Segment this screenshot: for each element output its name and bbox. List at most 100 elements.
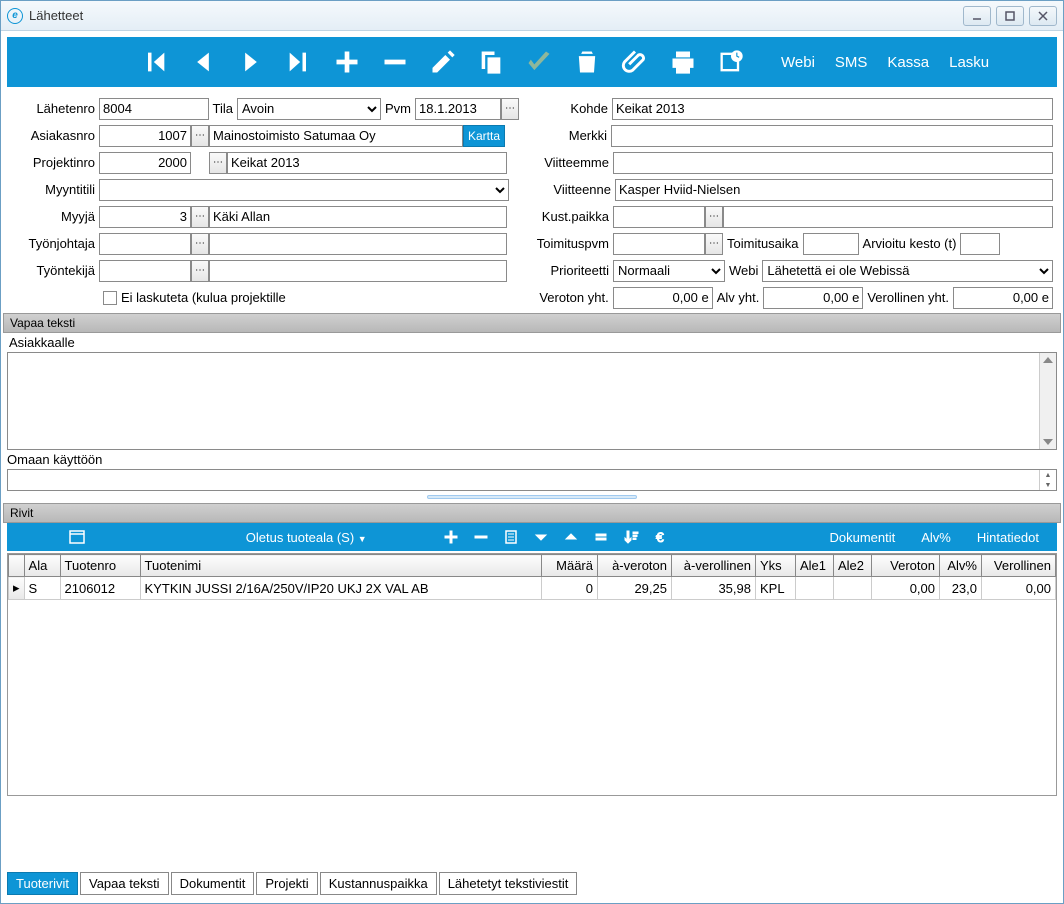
cell-tuotenimi[interactable]: KYTKIN JUSSI 2/16A/250V/IP20 UKJ 2X VAL …	[140, 577, 541, 600]
row-add-icon[interactable]	[439, 525, 463, 549]
asiakasnimi-input[interactable]	[209, 125, 463, 147]
tyontekija-name-input[interactable]	[209, 260, 507, 282]
tab-lahetetyt-tekstiviestit[interactable]: Lähetetyt tekstiviestit	[439, 872, 578, 895]
webi-link[interactable]: Webi	[771, 54, 825, 71]
verollinen-yht-input[interactable]	[953, 287, 1053, 309]
next-icon[interactable]	[227, 38, 275, 86]
asiakasnro-lookup-button[interactable]: ⋯	[191, 125, 209, 147]
col-tuotenro[interactable]: Tuotenro	[60, 555, 140, 577]
kustpaikka-name-input[interactable]	[723, 206, 1053, 228]
projektinro-lookup-button[interactable]: ⋯	[209, 152, 227, 174]
grid-window-icon[interactable]	[65, 525, 89, 549]
trash-icon[interactable]	[563, 38, 611, 86]
row-remove-icon[interactable]	[469, 525, 493, 549]
tab-vapaa-teksti[interactable]: Vapaa teksti	[80, 872, 169, 895]
tyontekija-nro-input[interactable]	[99, 260, 191, 282]
col-verollinen[interactable]: Verollinen	[982, 555, 1056, 577]
cell-ale1[interactable]	[796, 577, 834, 600]
omaan-kayttoon-input[interactable]: ▲▼	[7, 469, 1057, 491]
toimituspvm-input[interactable]	[613, 233, 705, 255]
tyonjohtaja-nro-input[interactable]	[99, 233, 191, 255]
hintatiedot-link[interactable]: Hintatiedot	[967, 530, 1049, 545]
kassa-link[interactable]: Kassa	[877, 54, 939, 71]
col-tuotenimi[interactable]: Tuotenimi	[140, 555, 541, 577]
row-sort-icon[interactable]	[619, 525, 643, 549]
tila-select[interactable]: Avoin	[237, 98, 381, 120]
cell-averoton[interactable]: 29,25	[598, 577, 672, 600]
rivit-grid[interactable]: Ala Tuotenro Tuotenimi Määrä à-veroton à…	[7, 553, 1057, 796]
viitteemme-input[interactable]	[613, 152, 1053, 174]
alv-link[interactable]: Alv%	[911, 530, 961, 545]
col-veroton[interactable]: Veroton	[872, 555, 940, 577]
row-euro-icon[interactable]: €	[649, 525, 673, 549]
maximize-button[interactable]	[996, 6, 1024, 26]
dokumentit-link[interactable]: Dokumentit	[819, 530, 905, 545]
textarea-scrollbar[interactable]	[1039, 353, 1056, 449]
cell-averollinen[interactable]: 35,98	[672, 577, 756, 600]
remove-icon[interactable]	[371, 38, 419, 86]
webi-select[interactable]: Lähetettä ei ole Webissä	[762, 260, 1053, 282]
print-icon[interactable]	[659, 38, 707, 86]
alv-yht-input[interactable]	[763, 287, 863, 309]
spinner-up-icon[interactable]: ▲	[1040, 470, 1056, 480]
prioriteetti-select[interactable]: Normaali	[613, 260, 725, 282]
col-ala[interactable]: Ala	[24, 555, 60, 577]
cell-verollinen[interactable]: 0,00	[982, 577, 1056, 600]
col-yks[interactable]: Yks	[756, 555, 796, 577]
kustpaikka-lookup-button[interactable]: ⋯	[705, 206, 723, 228]
myyja-lookup-button[interactable]: ⋯	[191, 206, 209, 228]
tab-dokumentit[interactable]: Dokumentit	[171, 872, 255, 895]
splitter-grip[interactable]	[1, 493, 1063, 501]
prev-icon[interactable]	[179, 38, 227, 86]
first-icon[interactable]	[131, 38, 179, 86]
row-up-icon[interactable]	[559, 525, 583, 549]
schedule-icon[interactable]	[707, 38, 755, 86]
add-icon[interactable]	[323, 38, 371, 86]
col-alv[interactable]: Alv%	[940, 555, 982, 577]
col-ale1[interactable]: Ale1	[796, 555, 834, 577]
arvioitu-input[interactable]	[960, 233, 1000, 255]
viitteenne-input[interactable]	[615, 179, 1053, 201]
col-averoton[interactable]: à-veroton	[598, 555, 672, 577]
check-icon[interactable]	[515, 38, 563, 86]
cell-ale2[interactable]	[834, 577, 872, 600]
edit-icon[interactable]	[419, 38, 467, 86]
col-ale2[interactable]: Ale2	[834, 555, 872, 577]
cell-yks[interactable]: KPL	[756, 577, 796, 600]
sms-link[interactable]: SMS	[825, 54, 878, 71]
ei-laskuteta-checkbox[interactable]	[103, 291, 117, 305]
minimize-button[interactable]	[963, 6, 991, 26]
copy-icon[interactable]	[467, 38, 515, 86]
tab-kustannuspaikka[interactable]: Kustannuspaikka	[320, 872, 437, 895]
row-marker[interactable]: ▸	[9, 577, 25, 600]
projektinimi-input[interactable]	[227, 152, 507, 174]
asiakkaalle-textarea[interactable]	[7, 352, 1057, 450]
kohde-input[interactable]	[612, 98, 1053, 120]
lahetenro-input[interactable]	[99, 98, 209, 120]
last-icon[interactable]	[275, 38, 323, 86]
myyja-nimi-input[interactable]	[209, 206, 507, 228]
cell-maara[interactable]: 0	[542, 577, 598, 600]
myyja-nro-input[interactable]	[99, 206, 191, 228]
veroton-yht-input[interactable]	[613, 287, 713, 309]
oletus-tuoteala-dropdown[interactable]: Oletus tuoteala (S) ▼	[236, 530, 377, 545]
cell-ala[interactable]: S	[24, 577, 60, 600]
attach-icon[interactable]	[611, 38, 659, 86]
tab-tuoterivit[interactable]: Tuoterivit	[7, 872, 78, 895]
asiakasnro-input[interactable]	[99, 125, 191, 147]
tyontekija-lookup-button[interactable]: ⋯	[191, 260, 209, 282]
spinner-down-icon[interactable]: ▼	[1040, 480, 1056, 490]
lasku-link[interactable]: Lasku	[939, 54, 999, 71]
table-row[interactable]: ▸ S 2106012 KYTKIN JUSSI 2/16A/250V/IP20…	[9, 577, 1056, 600]
cell-tuotenro[interactable]: 2106012	[60, 577, 140, 600]
close-button[interactable]	[1029, 6, 1057, 26]
kartta-button[interactable]: Kartta	[463, 125, 505, 147]
row-list-icon[interactable]	[499, 525, 523, 549]
toimitusaika-input[interactable]	[803, 233, 859, 255]
cell-alv[interactable]: 23,0	[940, 577, 982, 600]
kustpaikka-input[interactable]	[613, 206, 705, 228]
col-maara[interactable]: Määrä	[542, 555, 598, 577]
pvm-input[interactable]	[415, 98, 501, 120]
tab-projekti[interactable]: Projekti	[256, 872, 317, 895]
merkki-input[interactable]	[611, 125, 1053, 147]
